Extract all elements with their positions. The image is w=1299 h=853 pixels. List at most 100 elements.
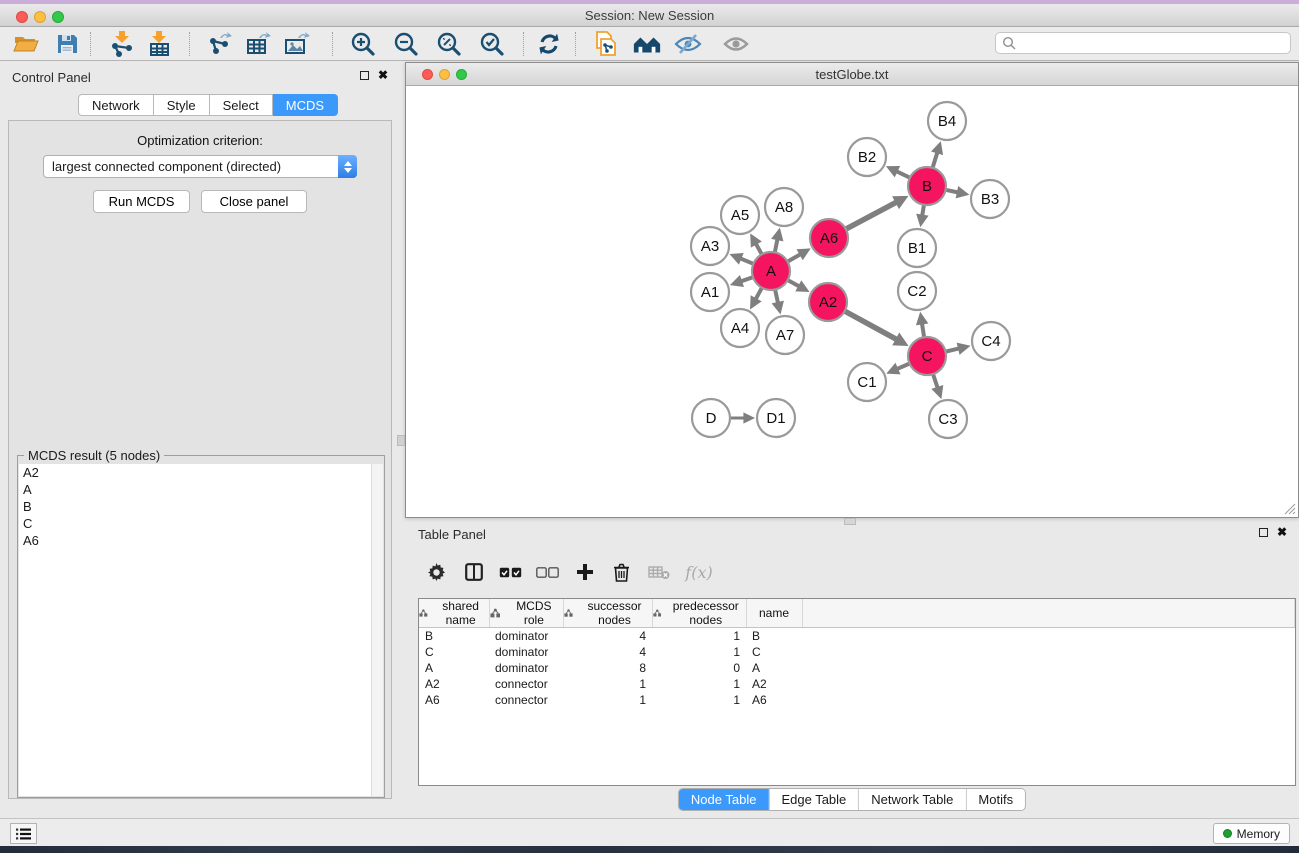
graph-node-C4[interactable]: C4 [972,322,1010,360]
graph-node-D1[interactable]: D1 [757,399,795,437]
column-header[interactable]: successor nodes [563,599,652,628]
tab-node-table[interactable]: Node Table [679,789,769,810]
open-session-button[interactable] [11,30,41,58]
import-table-button[interactable] [144,30,174,58]
tab-select[interactable]: Select [210,94,273,116]
resize-grip-icon[interactable] [1284,503,1296,515]
new-network-from-selection-button[interactable] [591,30,621,58]
graph-node-A3[interactable]: A3 [691,227,729,265]
network-canvas[interactable]: B4 B2 B B3 A8A5 A6 A3 B1 A C2 A1 A2 A4A7 C4 C C1 C3 D D1 [406,87,1298,517]
graph-node-A8[interactable]: A8 [765,188,803,226]
graph-node-B1[interactable]: B1 [898,229,936,267]
table-row[interactable]: Bdominator41B [419,628,1295,644]
create-column-button[interactable] [566,557,603,587]
deselect-all-columns-button[interactable] [529,557,566,587]
edge-arrowhead [931,385,943,399]
tab-edge-table[interactable]: Edge Table [768,789,858,810]
graph-node-A4[interactable]: A4 [721,309,759,347]
zoom-out-button[interactable] [391,30,421,58]
table-header-row: shared nameMCDS rolesuccessor nodesprede… [419,599,1295,628]
delete-table-button[interactable] [640,557,677,587]
graph-node-C2[interactable]: C2 [898,272,936,310]
vertical-split-handle[interactable] [397,435,405,446]
column-type-icon [490,608,501,618]
zoom-in-button[interactable] [348,30,378,58]
result-item[interactable]: A2 [19,464,371,481]
criterion-dropdown[interactable]: largest connected component (directed) [43,155,357,178]
node-label: C1 [857,374,876,391]
function-builder-button[interactable]: f(x) [677,557,721,587]
export-image-button[interactable] [281,30,311,58]
select-all-columns-button[interactable] [492,557,529,587]
refresh-button[interactable] [534,30,564,58]
column-header[interactable]: name [746,599,802,628]
graph-node-D[interactable]: D [692,399,730,437]
export-table-button[interactable] [243,30,273,58]
graph-node-C[interactable]: C [908,337,946,375]
graph-node-A[interactable]: A [752,252,790,290]
graph-node-C3[interactable]: C3 [929,400,967,438]
search-input[interactable] [1016,34,1290,52]
column-type-icon [419,608,428,618]
gear-icon [427,563,446,582]
column-header[interactable]: shared name [419,599,489,628]
graph-edge[interactable] [843,310,897,339]
close-panel-icon[interactable]: ✖ [378,70,388,80]
run-mcds-button[interactable]: Run MCDS [93,190,190,213]
result-item[interactable]: A [19,481,371,498]
graph-node-B[interactable]: B [908,167,946,205]
column-header[interactable]: MCDS role [489,599,563,628]
tab-network-table[interactable]: Network Table [858,789,965,810]
tab-mcds[interactable]: MCDS [273,94,338,116]
close-panel-button[interactable]: Close panel [201,190,307,213]
table-settings-button[interactable] [418,557,455,587]
graph-node-A5[interactable]: A5 [721,196,759,234]
neighbors-button[interactable] [632,30,662,58]
horizontal-split-handle[interactable] [844,518,856,525]
control-panel-tabs: NetworkStyleSelectMCDS [78,94,338,116]
trash-icon [613,563,630,582]
table-row[interactable]: A2connector11A2 [419,676,1295,692]
graph-node-A2[interactable]: A2 [809,283,847,321]
edge-arrowhead [730,275,744,287]
graph-edge[interactable] [844,202,896,230]
plus-icon [576,563,594,581]
float-panel-icon[interactable] [360,71,369,80]
graph-node-B3[interactable]: B3 [971,180,1009,218]
table-cell: connector [489,692,563,708]
column-header[interactable]: predecessor nodes [652,599,746,628]
hide-selected-button[interactable] [673,30,703,58]
control-panel: Control Panel ✖ NetworkStyleSelectMCDS O… [0,61,400,818]
save-session-button[interactable] [52,30,82,58]
graph-node-B4[interactable]: B4 [928,102,966,140]
graph-node-A6[interactable]: A6 [810,219,848,257]
graph-node-A1[interactable]: A1 [691,273,729,311]
export-image-icon [283,31,310,57]
result-item[interactable]: C [19,515,371,532]
tab-network[interactable]: Network [78,94,154,116]
graph-node-C1[interactable]: C1 [848,363,886,401]
show-all-button[interactable] [721,30,751,58]
export-network-button[interactable] [205,30,235,58]
graph-node-B2[interactable]: B2 [848,138,886,176]
table-row[interactable]: Cdominator41C [419,644,1295,660]
show-columns-button[interactable] [455,557,492,587]
tab-motifs[interactable]: Motifs [965,789,1025,810]
memory-button[interactable]: Memory [1213,823,1290,844]
zoom-fit-button[interactable] [434,30,464,58]
graph-node-A7[interactable]: A7 [766,316,804,354]
delete-columns-button[interactable] [603,557,640,587]
task-history-button[interactable] [10,823,37,844]
zoom-selected-button[interactable] [477,30,507,58]
result-item[interactable]: B [19,498,371,515]
table-cell: A2 [746,676,802,692]
close-table-panel-icon[interactable]: ✖ [1277,527,1287,537]
result-item[interactable]: A6 [19,532,371,549]
result-list-scrollbar[interactable] [371,464,383,796]
table-cell: 1 [563,692,652,708]
table-row[interactable]: A6connector11A6 [419,692,1295,708]
tab-style[interactable]: Style [154,94,210,116]
import-network-button[interactable] [107,30,137,58]
table-row[interactable]: Adominator80A [419,660,1295,676]
float-table-panel-icon[interactable] [1259,528,1268,537]
